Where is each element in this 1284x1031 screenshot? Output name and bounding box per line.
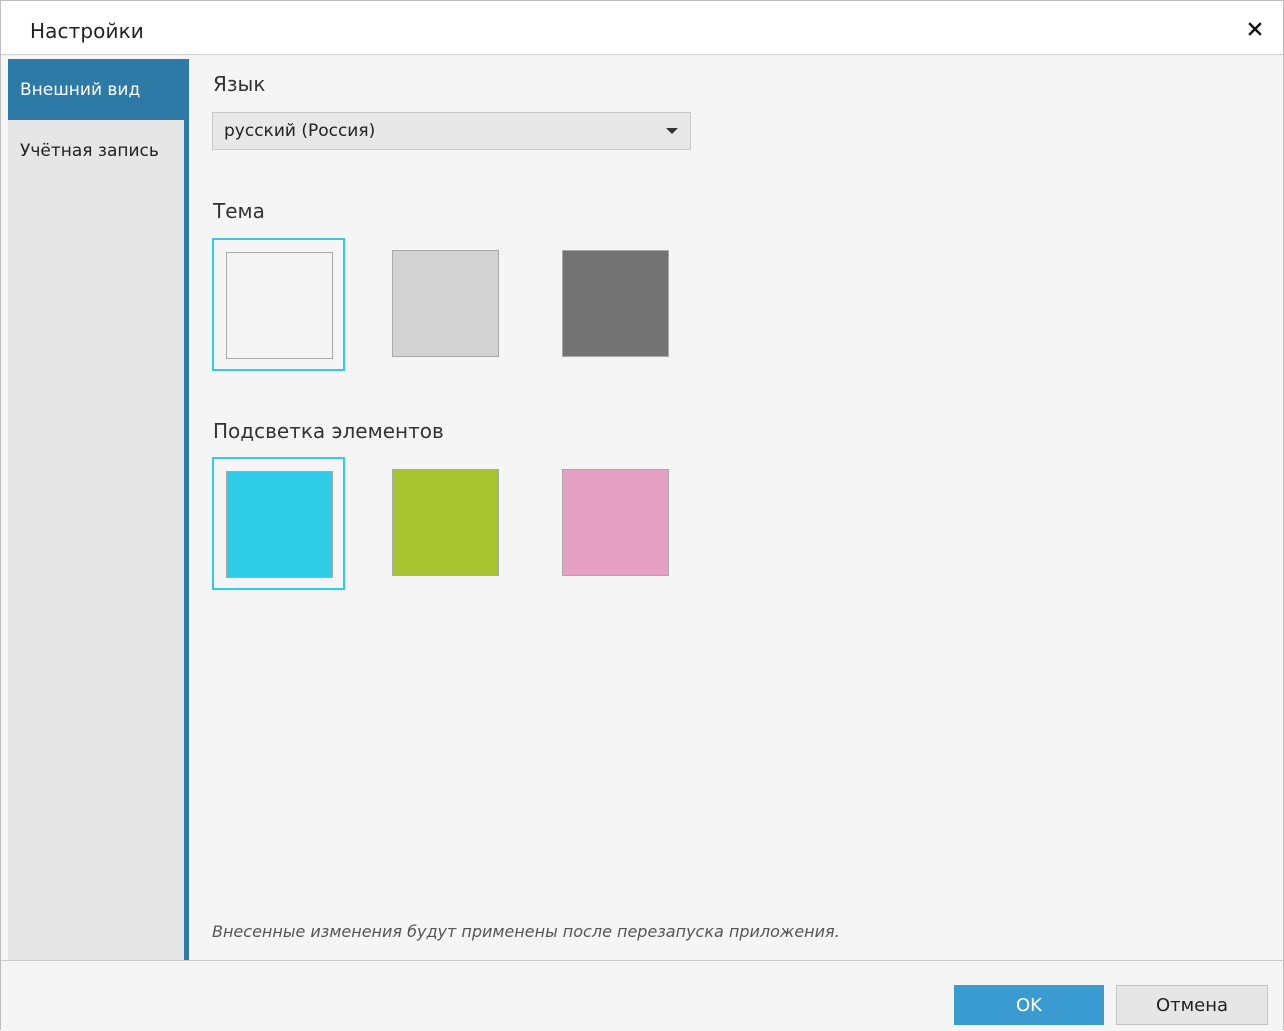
dialog-title: Настройки (30, 19, 144, 43)
theme-option-1[interactable] (212, 238, 345, 371)
language-label: Язык (213, 72, 266, 96)
language-select[interactable]: русский (Россия) (212, 112, 691, 150)
cancel-button[interactable]: Отмена (1116, 985, 1268, 1025)
highlight-option-2[interactable] (382, 457, 515, 590)
language-select-value: русский (Россия) (224, 121, 376, 141)
highlight-label: Подсветка элементов (213, 419, 444, 443)
chevron-down-icon (666, 128, 678, 134)
highlight-swatch (562, 469, 669, 576)
close-button[interactable] (1241, 15, 1269, 43)
sidebar-item-label: Внешний вид (20, 79, 141, 100)
ok-button[interactable]: OK (954, 985, 1104, 1025)
theme-option-2[interactable] (382, 238, 515, 371)
highlight-swatch (226, 471, 333, 578)
highlight-option-3[interactable] (552, 457, 685, 590)
dialog-footer: OK Отмена (1, 960, 1283, 1031)
highlight-swatch (392, 469, 499, 576)
theme-swatch (226, 252, 333, 359)
theme-swatch (392, 250, 499, 357)
settings-dialog: Настройки Внешний вид Учётная запись Язы… (0, 0, 1284, 1031)
theme-swatch (562, 250, 669, 357)
sidebar: Внешний вид Учётная запись (8, 59, 184, 960)
title-bar: Настройки (1, 1, 1283, 55)
sidebar-item-appearance[interactable]: Внешний вид (8, 59, 184, 120)
highlight-option-1[interactable] (212, 457, 345, 590)
close-icon (1248, 22, 1262, 36)
theme-label: Тема (213, 199, 265, 223)
sidebar-item-label: Учётная запись (20, 140, 159, 161)
sidebar-item-account[interactable]: Учётная запись (8, 120, 184, 181)
theme-option-3[interactable] (552, 238, 685, 371)
restart-note: Внесенные изменения будут применены посл… (212, 922, 840, 941)
appearance-panel: Язык русский (Россия) Тема Подсветка эле… (189, 59, 1283, 960)
